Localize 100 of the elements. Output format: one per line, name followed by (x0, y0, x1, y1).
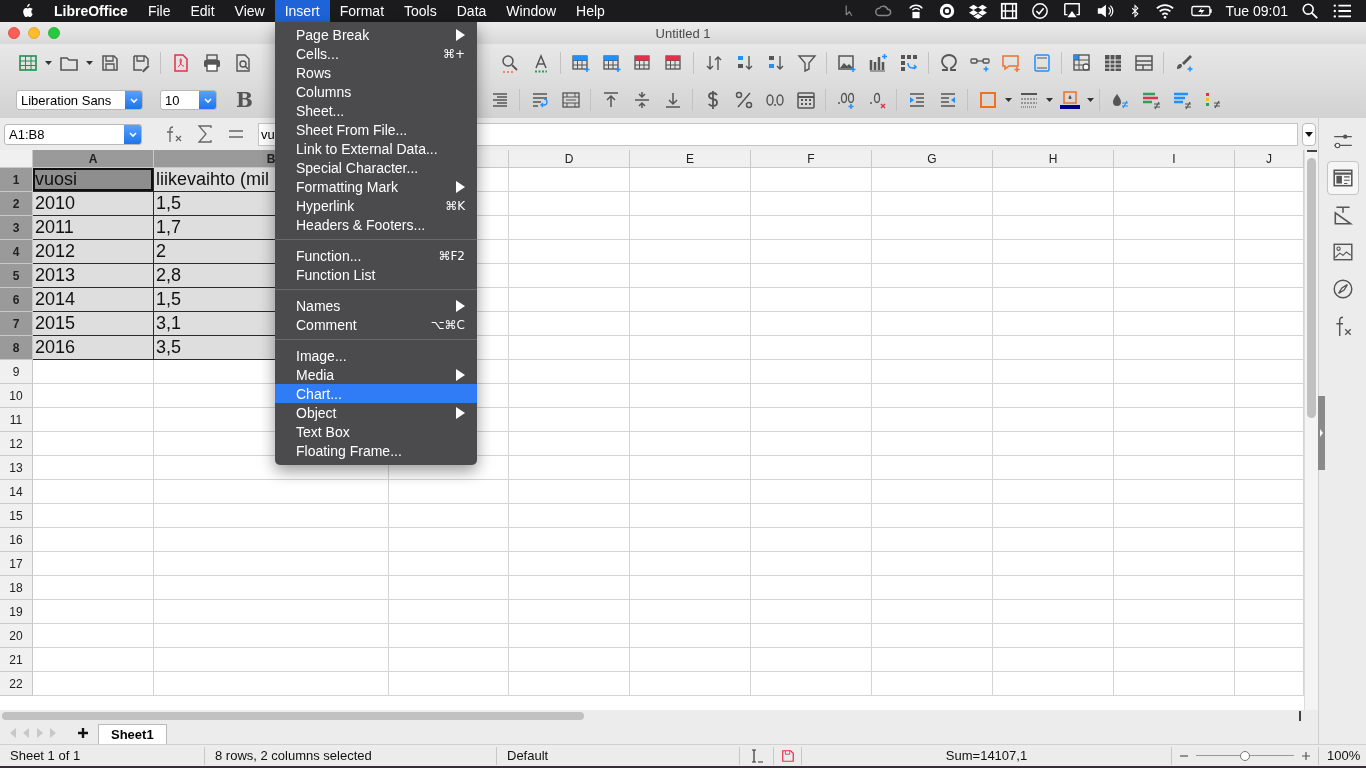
menu-item[interactable]: Sheet... (275, 101, 477, 120)
column-header[interactable]: E (630, 150, 751, 168)
name-box[interactable]: A1:B8 (4, 123, 142, 145)
printer-icon[interactable] (201, 53, 222, 73)
collapse-handle[interactable] (1318, 396, 1325, 470)
menu-bar-item[interactable]: Edit (180, 0, 225, 22)
column-header[interactable]: F (751, 150, 872, 168)
table-icon[interactable] (17, 53, 38, 73)
close-icon[interactable] (8, 27, 20, 39)
search-icon[interactable] (1301, 2, 1319, 20)
font-size-field[interactable]: 10 (160, 90, 217, 110)
compass-icon[interactable] (1331, 278, 1354, 300)
menu-item[interactable]: Cells... ⌘+ (275, 44, 477, 63)
menu-item[interactable]: Sheet From File... (275, 120, 477, 139)
menu-bar-item[interactable]: File (137, 0, 181, 22)
caret-icon[interactable] (85, 61, 93, 65)
dropdown-icon[interactable] (127, 129, 138, 139)
page-style[interactable]: Default (507, 748, 549, 763)
screen-icon[interactable] (1062, 2, 1083, 20)
row-header[interactable]: 7 (0, 312, 33, 336)
caret-icon[interactable] (1086, 98, 1094, 102)
table-icon[interactable] (1102, 53, 1123, 73)
chart-icon[interactable] (867, 53, 888, 73)
menu-item[interactable]: Media (275, 365, 477, 384)
image-icon[interactable] (1331, 241, 1354, 263)
zoom-slider[interactable] (1196, 750, 1294, 761)
split-table-icon[interactable] (1133, 53, 1154, 73)
line-style-icon[interactable] (1018, 90, 1039, 110)
clock[interactable]: Tue 09:01 (1225, 3, 1288, 19)
row-header[interactable]: 17 (0, 552, 33, 576)
pivot-table-icon[interactable] (898, 53, 919, 73)
column-header[interactable]: I (1114, 150, 1235, 168)
scrollbar-thumb[interactable] (2, 712, 584, 720)
search-icon[interactable] (499, 53, 520, 73)
menu-item[interactable]: Page Break (275, 25, 477, 44)
column-header[interactable]: D (509, 150, 630, 168)
add-decimal-icon[interactable] (835, 90, 856, 110)
column-header[interactable]: H (993, 150, 1114, 168)
sheet-tab[interactable]: Sheet1 (98, 724, 167, 744)
row-header[interactable]: 22 (0, 672, 33, 696)
bold-button[interactable]: B (229, 88, 260, 112)
expand-icon[interactable] (1305, 131, 1313, 137)
menu-bar-item[interactable]: Window (496, 0, 567, 22)
row-header[interactable]: 1 (0, 168, 33, 192)
row-header[interactable]: 15 (0, 504, 33, 528)
list-icon[interactable] (1332, 2, 1352, 20)
menu-bar-item[interactable]: View (224, 0, 275, 22)
caret-icon[interactable] (1004, 98, 1012, 102)
column-header[interactable]: A (33, 150, 154, 168)
image-icon[interactable] (836, 53, 857, 73)
menu-bar-item[interactable]: Data (446, 0, 497, 22)
circle-icon[interactable] (938, 2, 957, 20)
menu-item[interactable]: Object (275, 403, 477, 422)
sidebar-tab[interactable] (1326, 161, 1359, 195)
row-header[interactable]: 20 (0, 624, 33, 648)
bars-icon[interactable] (1140, 90, 1161, 110)
row-header[interactable]: 9 (0, 360, 33, 384)
styles-icon[interactable] (1331, 167, 1354, 189)
caret-icon[interactable] (1045, 98, 1053, 102)
row-header[interactable]: 5 (0, 264, 33, 288)
font-name-field[interactable]: Liberation Sans (16, 90, 143, 110)
row-header[interactable]: 3 (0, 216, 33, 240)
row-header[interactable]: 10 (0, 384, 33, 408)
percent-icon[interactable] (733, 90, 754, 110)
row-header[interactable]: 21 (0, 648, 33, 672)
filter-icon[interactable] (796, 53, 817, 73)
table-minus-icon[interactable] (632, 53, 653, 73)
row-header[interactable]: 4 (0, 240, 33, 264)
row-header[interactable]: 6 (0, 288, 33, 312)
add-sheet-icon[interactable] (78, 728, 88, 738)
row-header[interactable]: 12 (0, 432, 33, 456)
menu-item[interactable]: Columns (275, 82, 477, 101)
menu-bar-item[interactable]: Help (566, 0, 615, 22)
check-icon[interactable] (1031, 2, 1050, 20)
row-header[interactable]: 11 (0, 408, 33, 432)
menu-bar-item[interactable]: Format (329, 0, 395, 22)
table-magnifier-icon[interactable] (1071, 53, 1092, 73)
column-header[interactable]: J (1235, 150, 1304, 168)
document-modified-icon[interactable] (780, 748, 795, 763)
box-icon[interactable] (969, 2, 988, 20)
table-plus-icon[interactable] (570, 53, 591, 73)
row-header[interactable]: 2 (0, 192, 33, 216)
caret-icon[interactable] (44, 61, 52, 65)
scrollbar-thumb[interactable] (1307, 158, 1316, 418)
table-minus-icon[interactable] (663, 53, 684, 73)
calendar-icon[interactable] (795, 90, 816, 110)
zoom-in-icon[interactable] (1302, 751, 1310, 760)
split-handle-icon[interactable] (1299, 711, 1301, 721)
menu-bar-item[interactable]: Insert (274, 0, 330, 22)
menu-item[interactable]: Chart... (275, 384, 477, 403)
omega-icon[interactable] (938, 53, 959, 73)
menu-item[interactable]: Rows (275, 63, 477, 82)
menu-bar-item[interactable]: Tools (394, 0, 447, 22)
row-header[interactable]: 13 (0, 456, 33, 480)
column-header[interactable]: G (872, 150, 993, 168)
menu-item[interactable]: Text Box (275, 422, 477, 441)
app-menu[interactable]: LibreOffice (36, 3, 138, 19)
speaker-icon[interactable] (1095, 2, 1116, 20)
save-as-icon[interactable] (130, 53, 151, 73)
zoom-level[interactable]: 100% (1327, 748, 1361, 763)
